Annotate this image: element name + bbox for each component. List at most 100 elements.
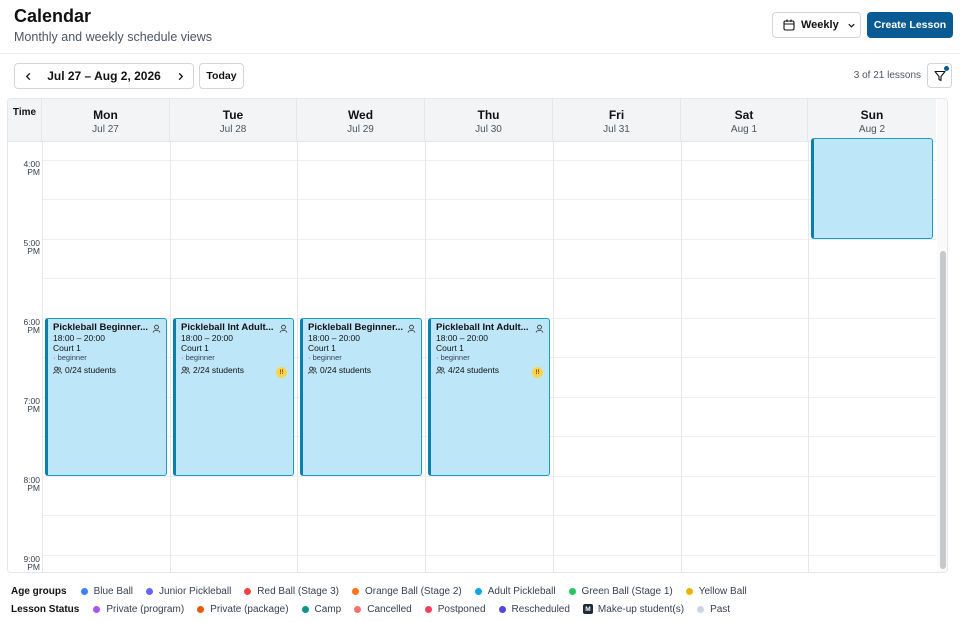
- day-header[interactable]: Mon Jul 27: [42, 99, 170, 142]
- coach-icon: [535, 324, 544, 333]
- date-range: Jul 27 – Aug 2, 2026: [47, 69, 161, 83]
- time-grid[interactable]: 4:00 PM 5:00 PM 6:00 PM 7:00 PM 8:00 PM 9:00 P…: [8, 138, 936, 572]
- day-date: Jul 28: [219, 124, 247, 135]
- event-level: · beginner: [181, 353, 215, 362]
- event-court: Court 1: [436, 343, 464, 353]
- chevron-right-icon: [178, 72, 183, 80]
- event-time: 18:00 – 20:00: [436, 333, 488, 343]
- day-header[interactable]: Tue Jul 28: [170, 99, 297, 142]
- day-header[interactable]: Thu Jul 30: [425, 99, 553, 142]
- column-divider: [808, 142, 809, 572]
- date-navigator: Jul 27 – Aug 2, 2026: [14, 63, 194, 89]
- day-name: Thu: [477, 108, 500, 122]
- next-week-button[interactable]: [167, 64, 193, 88]
- day-date: Jul 27: [92, 124, 119, 135]
- day-name: Sun: [860, 108, 884, 122]
- legend-dot: [685, 587, 693, 595]
- day-name: Mon: [93, 108, 118, 122]
- warning-badge: !!: [276, 367, 287, 378]
- grid-line: [42, 515, 936, 516]
- lesson-event[interactable]: Pickleball Int Adult... 18:00 – 20:00 Co…: [173, 318, 294, 476]
- day-header[interactable]: Wed Jul 29: [297, 99, 425, 142]
- grid-line: [42, 555, 936, 556]
- legend-item: Camp: [301, 604, 341, 615]
- column-divider: [170, 142, 171, 572]
- legend-item: Cancelled: [354, 604, 412, 615]
- legend-item: Red Ball (Stage 3): [244, 586, 339, 597]
- legend-item: Past: [697, 604, 730, 615]
- legend-dot: [80, 587, 88, 595]
- legend-item: Postponed: [424, 604, 486, 615]
- day-name: Tue: [222, 108, 244, 122]
- event-students-count: 0/24 students: [65, 365, 117, 375]
- legend-dot: [93, 605, 101, 613]
- page-subtitle: Monthly and weekly schedule views: [14, 30, 213, 44]
- users-icon: [308, 366, 317, 374]
- legend-dot: [354, 605, 362, 613]
- legend-dot: [498, 605, 506, 613]
- event-time: 18:00 – 20:00: [53, 333, 105, 343]
- day-date: Jul 29: [347, 124, 374, 135]
- legend-dot: [197, 605, 205, 613]
- coach-icon: [407, 324, 416, 333]
- legend-item: Rescheduled: [498, 604, 570, 615]
- week-calendar: Time Mon Jul 27 Tue Jul 28 Wed Jul 29 Th…: [7, 98, 948, 573]
- legend-item: M Make-up student(s): [582, 604, 684, 615]
- legend-dot: [301, 605, 309, 613]
- warning-badge: !!: [532, 367, 543, 378]
- grid-line: [42, 278, 936, 279]
- grid-line: [42, 239, 936, 240]
- event-students: 2/24 students: [181, 365, 288, 375]
- legend-item: Green Ball (Stage 1): [568, 586, 673, 597]
- scrollbar-thumb[interactable]: [940, 251, 946, 569]
- lesson-status-legend: Lesson Status Private (program) Private …: [11, 601, 951, 617]
- time-label: 6:00 PM: [23, 317, 40, 335]
- calendar-toolbar: Jul 27 – Aug 2, 2026 Today 3 of 21 lesso…: [0, 56, 960, 96]
- legend-item: Yellow Ball: [685, 586, 747, 597]
- event-students: 0/24 students: [308, 365, 416, 375]
- coach-icon: [152, 324, 161, 333]
- day-name: Fri: [608, 108, 625, 122]
- lesson-event[interactable]: Pickleball Int Adult... 18:00 – 20:00 Co…: [428, 318, 550, 476]
- column-divider: [553, 142, 554, 572]
- vertical-scrollbar[interactable]: [937, 99, 947, 572]
- legend-dot: [244, 587, 252, 595]
- prev-week-button[interactable]: [15, 64, 41, 88]
- lesson-event[interactable]: Pickleball Beginner... 18:00 – 20:00 Cou…: [300, 318, 422, 476]
- view-select[interactable]: Weekly: [772, 12, 861, 38]
- users-icon: [436, 366, 445, 374]
- event-time: 18:00 – 20:00: [308, 333, 360, 343]
- users-icon: [53, 366, 62, 374]
- event-students: 0/24 students: [53, 365, 161, 375]
- day-date: Aug 2: [858, 124, 886, 135]
- time-label: 8:00 PM: [23, 475, 40, 493]
- legend-item: Junior Pickleball: [146, 586, 231, 597]
- day-date: Jul 31: [603, 124, 630, 135]
- day-header[interactable]: Fri Jul 31: [553, 99, 681, 142]
- legend-dot: [568, 587, 576, 595]
- column-divider: [42, 142, 43, 572]
- event-level: · beginner: [436, 353, 470, 362]
- day-header[interactable]: Sat Aug 1: [681, 99, 808, 142]
- filter-button[interactable]: [927, 63, 952, 88]
- age-groups-legend: Age groups Blue Ball Junior Pickleball R…: [11, 583, 951, 599]
- filter-icon: [933, 70, 946, 81]
- event-time: 18:00 – 20:00: [181, 333, 233, 343]
- calendar-header: Time Mon Jul 27 Tue Jul 28 Wed Jul 29 Th…: [8, 99, 936, 142]
- today-button[interactable]: Today: [199, 63, 244, 89]
- event-court: Court 1: [181, 343, 209, 353]
- filter-active-indicator: [944, 66, 949, 71]
- grid-line: [42, 160, 936, 161]
- event-court: Court 1: [308, 343, 336, 353]
- create-lesson-button[interactable]: Create Lesson: [867, 12, 953, 38]
- event-court: Court 1: [53, 343, 81, 353]
- legend-item: Adult Pickleball: [474, 586, 556, 597]
- day-header[interactable]: Sun Aug 2: [808, 99, 936, 142]
- lesson-event[interactable]: [811, 138, 933, 239]
- legend-item: Private (package): [197, 604, 289, 615]
- legend-item: Blue Ball: [80, 586, 133, 597]
- event-students-count: 2/24 students: [193, 365, 245, 375]
- view-select-label: Weekly: [801, 19, 839, 31]
- time-label: 5:00 PM: [23, 238, 40, 256]
- lesson-event[interactable]: Pickleball Beginner... 18:00 – 20:00 Cou…: [45, 318, 167, 476]
